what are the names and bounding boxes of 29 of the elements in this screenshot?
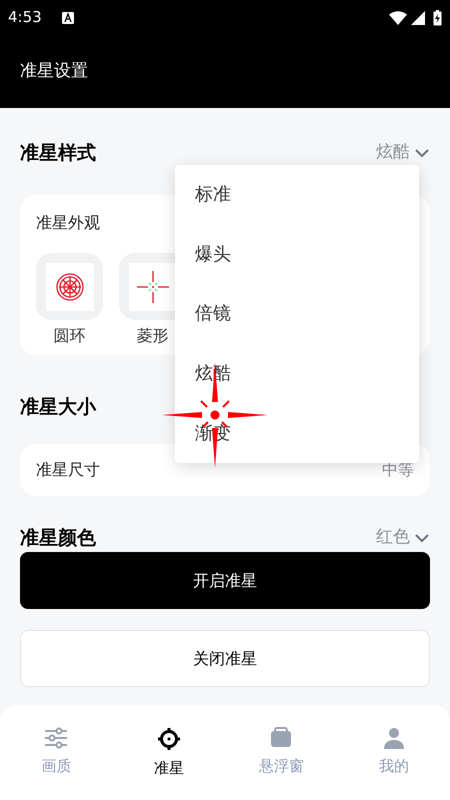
reticle-option[interactable] [36, 253, 103, 320]
window-icon [269, 727, 294, 749]
enable-button[interactable]: 开启准星 [20, 552, 430, 609]
nav-tab[interactable]: 准星 [112, 727, 225, 780]
section-title: 准星样式 [20, 140, 96, 166]
app-title: 准星设置 [20, 60, 88, 83]
chevron-down-icon [414, 148, 430, 158]
status-time: 4:53 [8, 7, 42, 28]
menu-item[interactable]: 爆头 [175, 224, 419, 284]
sliders-icon [44, 727, 68, 749]
option-label: 菱形 [136, 325, 168, 347]
section-title: 准星大小 [20, 395, 98, 420]
user-icon [382, 727, 405, 749]
wifi-icon [389, 10, 407, 24]
menu-item[interactable]: 倍镜 [175, 284, 419, 344]
disable-button[interactable]: 关闭准星 [20, 630, 430, 687]
section-title: 准星颜色 [20, 526, 96, 550]
option-label: 圆环 [54, 325, 86, 347]
chevron-down-icon [414, 532, 430, 543]
row-label: 准星尺寸 [36, 458, 100, 481]
menu-item[interactable]: 标准 [175, 165, 419, 225]
card-title: 准星外观 [36, 212, 101, 234]
notification-icon [62, 12, 74, 24]
ring-reticle-icon [54, 272, 84, 302]
cross-reticle-icon [136, 270, 170, 304]
row-value: 中等 [382, 458, 414, 481]
signal-icon [411, 10, 425, 24]
crosshair-icon [156, 727, 181, 751]
battery-icon [433, 10, 442, 26]
